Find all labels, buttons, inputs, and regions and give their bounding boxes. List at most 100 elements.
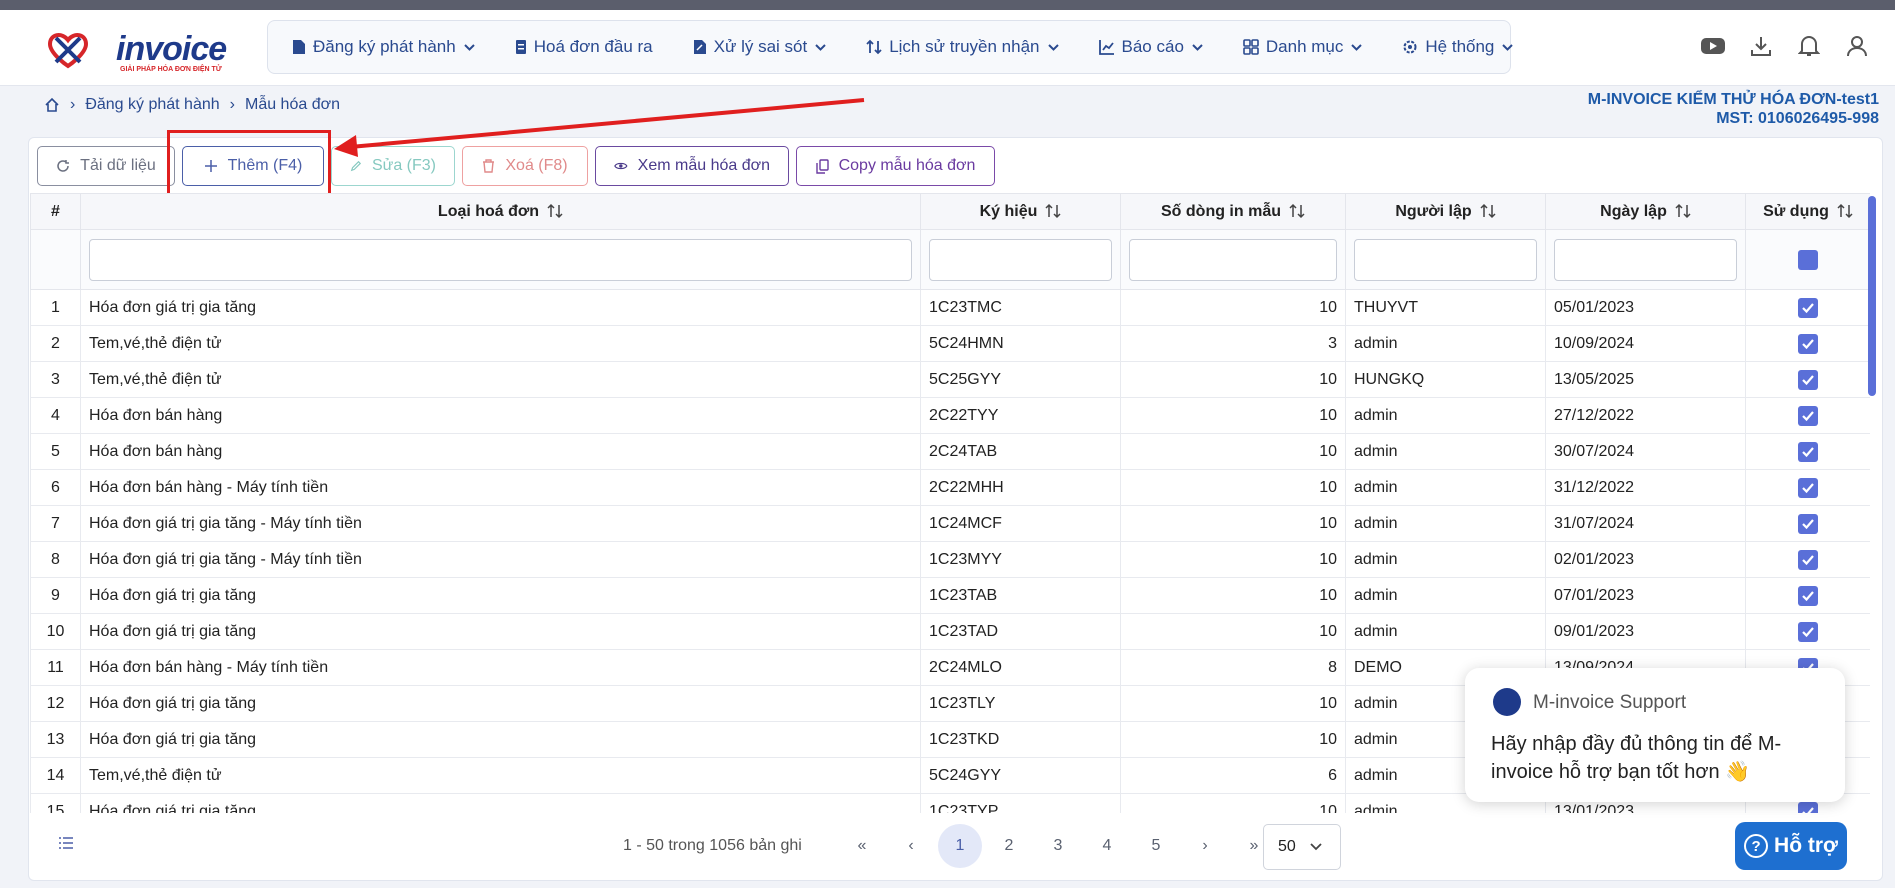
cell-type: Hóa đơn bán hàng [80, 397, 921, 434]
in-use-checkbox[interactable] [1798, 585, 1818, 606]
in-use-checkbox[interactable] [1798, 333, 1818, 354]
prev-page-icon[interactable]: ‹ [889, 824, 933, 868]
column-header-type[interactable]: Loại hoá đơn [80, 193, 921, 230]
cell-in-use [1745, 289, 1870, 326]
home-icon[interactable] [44, 97, 60, 113]
filter-cell [1545, 229, 1746, 290]
page-button[interactable]: 5 [1134, 824, 1178, 868]
download-icon[interactable] [1747, 32, 1775, 60]
cell-symbol: 5C25GYY [920, 361, 1121, 398]
nav-hoa-don-dau-ra[interactable]: Hoá đơn đầu ra [515, 37, 653, 57]
filter-cell [1345, 229, 1546, 290]
nav-he-thong[interactable]: Hệ thống [1402, 37, 1514, 57]
next-page-icon[interactable]: › [1183, 824, 1227, 868]
column-header-creator[interactable]: Người lập [1345, 193, 1546, 230]
page-button[interactable]: 4 [1085, 824, 1129, 868]
sort-icon[interactable] [1675, 203, 1691, 219]
in-use-checkbox[interactable] [1798, 405, 1818, 426]
column-header-date[interactable]: Ngày lập [1545, 193, 1746, 230]
sort-icon[interactable] [1045, 203, 1061, 219]
filter-creator-input[interactable] [1354, 238, 1537, 281]
table-row[interactable]: 1 Hóa đơn giá trị gia tăng 1C23TMC 10 THUYVT… [30, 289, 1870, 326]
cell-creator: admin [1345, 577, 1546, 614]
table-row[interactable]: 9 Hóa đơn giá trị gia tăng 1C23TAB 10 admin 0… [30, 577, 1870, 614]
sort-icon[interactable] [1289, 203, 1305, 219]
bell-icon[interactable] [1795, 32, 1823, 60]
sort-icon[interactable] [1480, 203, 1496, 219]
transfer-icon [866, 39, 882, 55]
pagination-buttons: « ‹ 1 2 3 4 5 › » [840, 824, 1281, 868]
cell-symbol: 1C23TAD [920, 613, 1121, 650]
nav-danh-muc[interactable]: Danh mục [1243, 37, 1363, 57]
page-button[interactable]: 2 [987, 824, 1031, 868]
in-use-checkbox[interactable] [1798, 477, 1818, 498]
sort-icon[interactable] [547, 203, 563, 219]
in-use-checkbox[interactable] [1798, 441, 1818, 462]
chevron-down-icon [1502, 43, 1514, 51]
filter-lines-input[interactable] [1129, 238, 1337, 281]
cell-in-use [1745, 325, 1870, 362]
filter-row [30, 229, 1870, 290]
cell-index: 2 [30, 325, 81, 362]
column-header-in-use[interactable]: Sử dụng [1745, 193, 1870, 230]
filter-symbol-input[interactable] [929, 238, 1112, 281]
filter-in-use-checkbox[interactable] [1798, 249, 1818, 270]
filter-type-input[interactable] [89, 238, 912, 281]
check-icon [1802, 482, 1814, 493]
table-row[interactable]: 3 Tem,vé,thẻ điện tử 5C25GYY 10 HUNGKQ 13/05/… [30, 361, 1870, 398]
table-row[interactable]: 5 Hóa đơn bán hàng 2C24TAB 10 admin 30/07/202… [30, 433, 1870, 470]
chevron-down-icon [1192, 43, 1203, 51]
table-row[interactable]: 4 Hóa đơn bán hàng 2C22TYY 10 admin 27/12/202… [30, 397, 1870, 434]
in-use-checkbox[interactable] [1798, 549, 1818, 570]
cell-index: 5 [30, 433, 81, 470]
help-button[interactable]: ? Hỗ trợ [1735, 822, 1847, 870]
cell-date: 10/09/2024 [1545, 325, 1746, 362]
question-icon: ? [1744, 834, 1769, 858]
breadcrumb-separator: › [70, 96, 76, 113]
check-icon [1802, 446, 1814, 457]
cell-creator: admin [1345, 541, 1546, 578]
filter-date-input[interactable] [1554, 238, 1737, 281]
table-row[interactable]: 2 Tem,vé,thẻ điện tử 5C24HMN 3 admin 10/09/20… [30, 325, 1870, 362]
nav-dang-ky-phat-hanh[interactable]: Đăng ký phát hành [292, 37, 475, 57]
check-icon [1802, 302, 1814, 313]
cell-lines: 10 [1120, 433, 1346, 470]
list-icon[interactable] [58, 836, 74, 850]
reload-button[interactable]: Tải dữ liệu [37, 146, 175, 186]
table-row[interactable]: 6 Hóa đơn bán hàng - Máy tính tiền 2C22MHH… [30, 469, 1870, 506]
breadcrumb-link[interactable]: Đăng ký phát hành [85, 96, 219, 114]
filter-cell [30, 229, 81, 290]
cell-type: Hóa đơn bán hàng - Máy tính tiền [80, 469, 921, 506]
cell-symbol: 2C24MLO [920, 649, 1121, 686]
page-button[interactable]: 3 [1036, 824, 1080, 868]
in-use-checkbox[interactable] [1798, 621, 1818, 642]
column-header-symbol[interactable]: Ký hiệu [920, 193, 1121, 230]
page-size-select[interactable]: 50 [1263, 824, 1341, 870]
cell-creator: admin [1345, 613, 1546, 650]
page-button[interactable]: 1 [938, 824, 982, 868]
sort-icon[interactable] [1837, 203, 1853, 219]
table-row[interactable]: 7 Hóa đơn giá trị gia tăng - Máy tính tiề… [30, 505, 1870, 542]
check-icon [1802, 806, 1814, 813]
table-scrollbar[interactable] [1868, 196, 1876, 396]
cell-symbol: 1C23TAB [920, 577, 1121, 614]
cell-type: Tem,vé,thẻ điện tử [80, 361, 921, 398]
in-use-checkbox[interactable] [1798, 369, 1818, 390]
table-row[interactable]: 10 Hóa đơn giá trị gia tăng 1C23TAD 10 admin… [30, 613, 1870, 650]
nav-lich-su-truyen-nhan[interactable]: Lịch sử truyền nhận [866, 37, 1059, 57]
support-chat-popup[interactable]: M-invoice Support Hãy nhập đầy đủ thông … [1465, 668, 1845, 802]
column-header-lines[interactable]: Số dòng in mẫu [1120, 193, 1346, 230]
user-icon[interactable] [1843, 32, 1871, 60]
cell-in-use [1745, 469, 1870, 506]
first-page-icon[interactable]: « [840, 824, 884, 868]
logo[interactable]: invoice GIẢI PHÁP HÓA ĐƠN ĐIỆN TỬ [44, 24, 227, 76]
table-row[interactable]: 8 Hóa đơn giá trị gia tăng - Máy tính tiề… [30, 541, 1870, 578]
table-header-row: # Loại hoá đơn Ký hiệu Số dòng in mẫu Ng… [30, 193, 1870, 230]
in-use-checkbox[interactable] [1798, 801, 1818, 813]
youtube-icon[interactable] [1699, 32, 1727, 60]
in-use-checkbox[interactable] [1798, 297, 1818, 318]
nav-bao-cao[interactable]: Báo cáo [1098, 37, 1203, 57]
nav-xu-ly-sai-sot[interactable]: Xử lý sai sót [693, 37, 827, 57]
main-nav: Đăng ký phát hành Hoá đơn đầu ra Xử lý s… [267, 20, 1514, 74]
in-use-checkbox[interactable] [1798, 513, 1818, 534]
